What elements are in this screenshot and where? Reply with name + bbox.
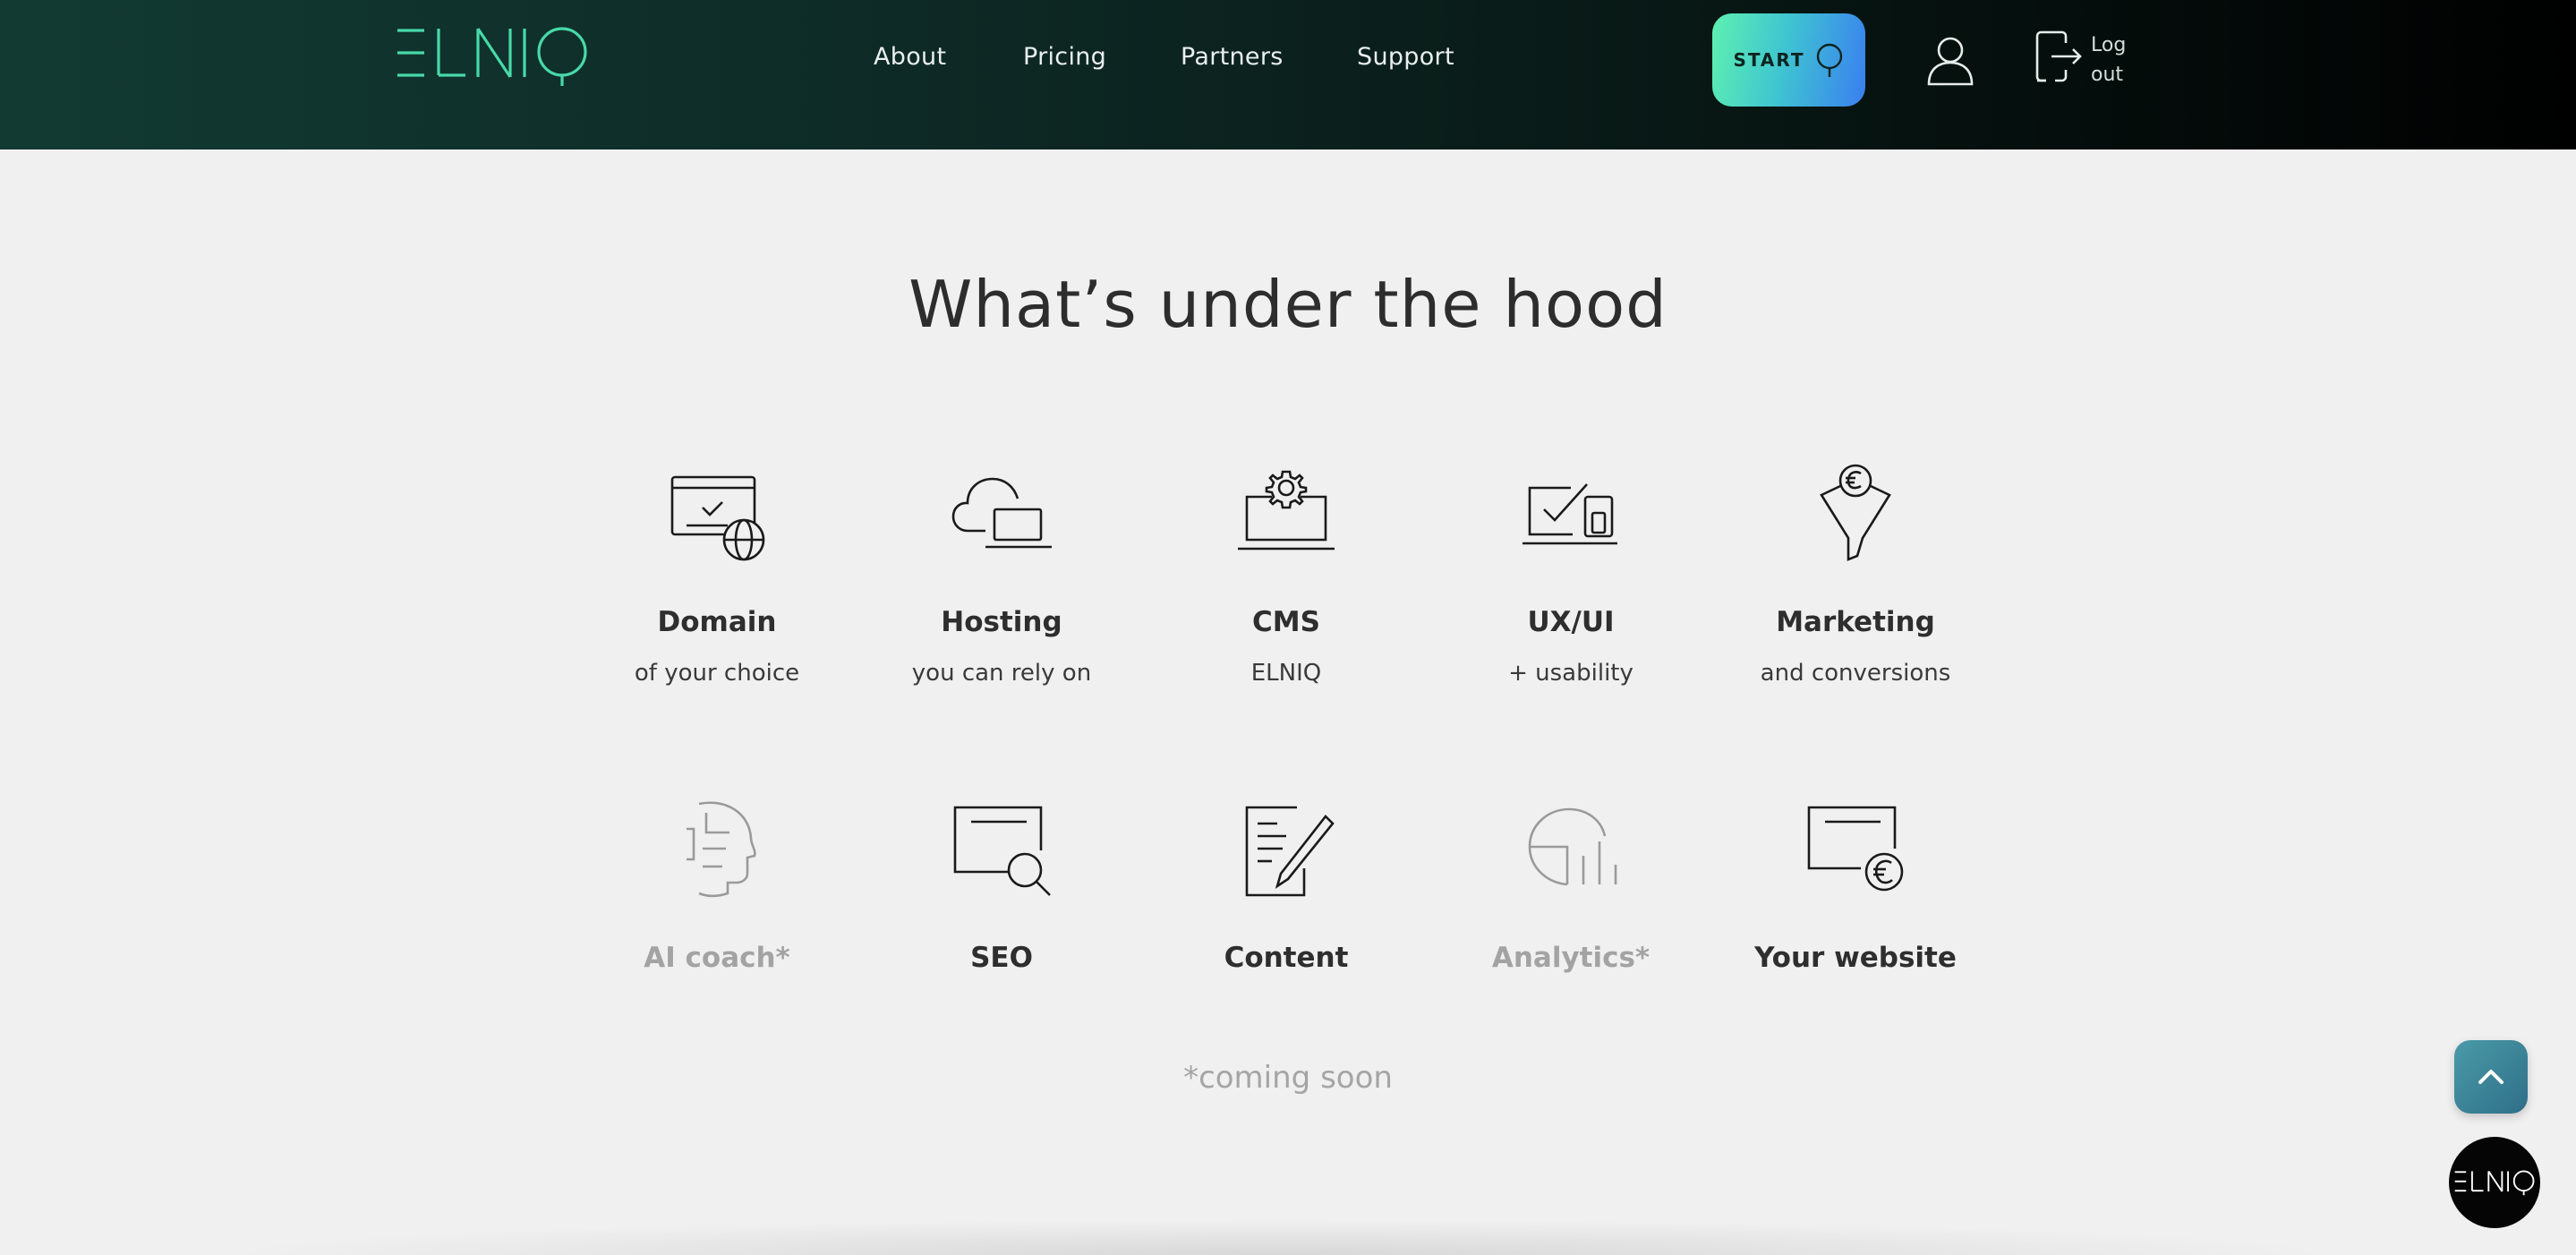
feature-name: AI coach* — [644, 942, 790, 974]
analytics-chart-icon — [1528, 807, 1617, 886]
section-divider-shadow — [206, 1219, 2354, 1255]
cloud-laptop-icon — [951, 477, 1052, 549]
feature-subtitle: + usability — [1508, 660, 1633, 687]
feature-name: UX/UI — [1527, 606, 1615, 638]
feature-subtitle: ELNIQ — [1250, 660, 1322, 687]
devices-check-icon — [1523, 483, 1617, 545]
section-title: What’s under the hood — [908, 267, 1668, 342]
feature-uxui: UX/UI + usability — [1437, 461, 1705, 687]
browser-euro-icon — [1807, 806, 1904, 892]
domain-icon — [670, 475, 765, 561]
nav-link-pricing[interactable]: Pricing — [1023, 43, 1106, 71]
feature-name: Your website — [1754, 942, 1957, 974]
feature-hosting: Hosting you can rely on — [867, 461, 1136, 687]
nav-link-support[interactable]: Support — [1357, 43, 1454, 71]
elniq-chat-logo — [2454, 1170, 2535, 1196]
feature-name: Hosting — [941, 606, 1062, 638]
logout-button[interactable]: Log out — [2034, 30, 2132, 93]
feature-name: CMS — [1252, 606, 1320, 638]
ai-head-icon — [687, 801, 756, 898]
scroll-to-top-button[interactable] — [2454, 1040, 2528, 1114]
document-pen-icon — [1245, 806, 1335, 897]
nav-link-about[interactable]: About — [874, 43, 946, 71]
chat-widget-button[interactable] — [2449, 1137, 2540, 1228]
feature-analytics: Analytics* — [1437, 797, 1705, 974]
feature-ai-coach: AI coach* — [583, 797, 851, 974]
feature-content: Content — [1152, 797, 1420, 974]
coming-soon-footnote: *coming soon — [1183, 1060, 1393, 1096]
nav-link-partners[interactable]: Partners — [1181, 43, 1284, 71]
feature-subtitle: of your choice — [634, 660, 800, 687]
feature-subtitle: you can rely on — [911, 660, 1092, 687]
chevron-up-icon — [2478, 1070, 2503, 1084]
start-button[interactable]: START — [1712, 13, 1865, 107]
feature-your-website: Your website — [1721, 797, 1990, 974]
site-header: About Pricing Partners Support START Log… — [0, 0, 2576, 149]
q-mark-icon — [1816, 43, 1842, 77]
feature-subtitle: and conversions — [1760, 660, 1951, 687]
feature-name: Content — [1224, 942, 1349, 974]
logout-icon — [2035, 30, 2082, 82]
funnel-euro-icon — [1820, 464, 1891, 561]
user-account-icon[interactable] — [1923, 32, 1978, 88]
feature-name: Analytics* — [1491, 942, 1651, 974]
start-button-label: START — [1733, 49, 1805, 71]
logout-label: Log out — [2091, 34, 2127, 86]
feature-domain: Domain of your choice — [583, 461, 851, 687]
laptop-gear-icon — [1238, 470, 1335, 551]
feature-cms: CMS ELNIQ — [1152, 461, 1420, 687]
browser-search-icon — [953, 806, 1051, 896]
feature-name: Domain — [657, 606, 777, 638]
feature-marketing: Marketing and conversions — [1721, 461, 1990, 687]
feature-name: Marketing — [1776, 606, 1935, 638]
feature-name: SEO — [970, 942, 1033, 974]
elniq-logo[interactable] — [394, 25, 591, 86]
feature-seo: SEO — [867, 797, 1136, 974]
